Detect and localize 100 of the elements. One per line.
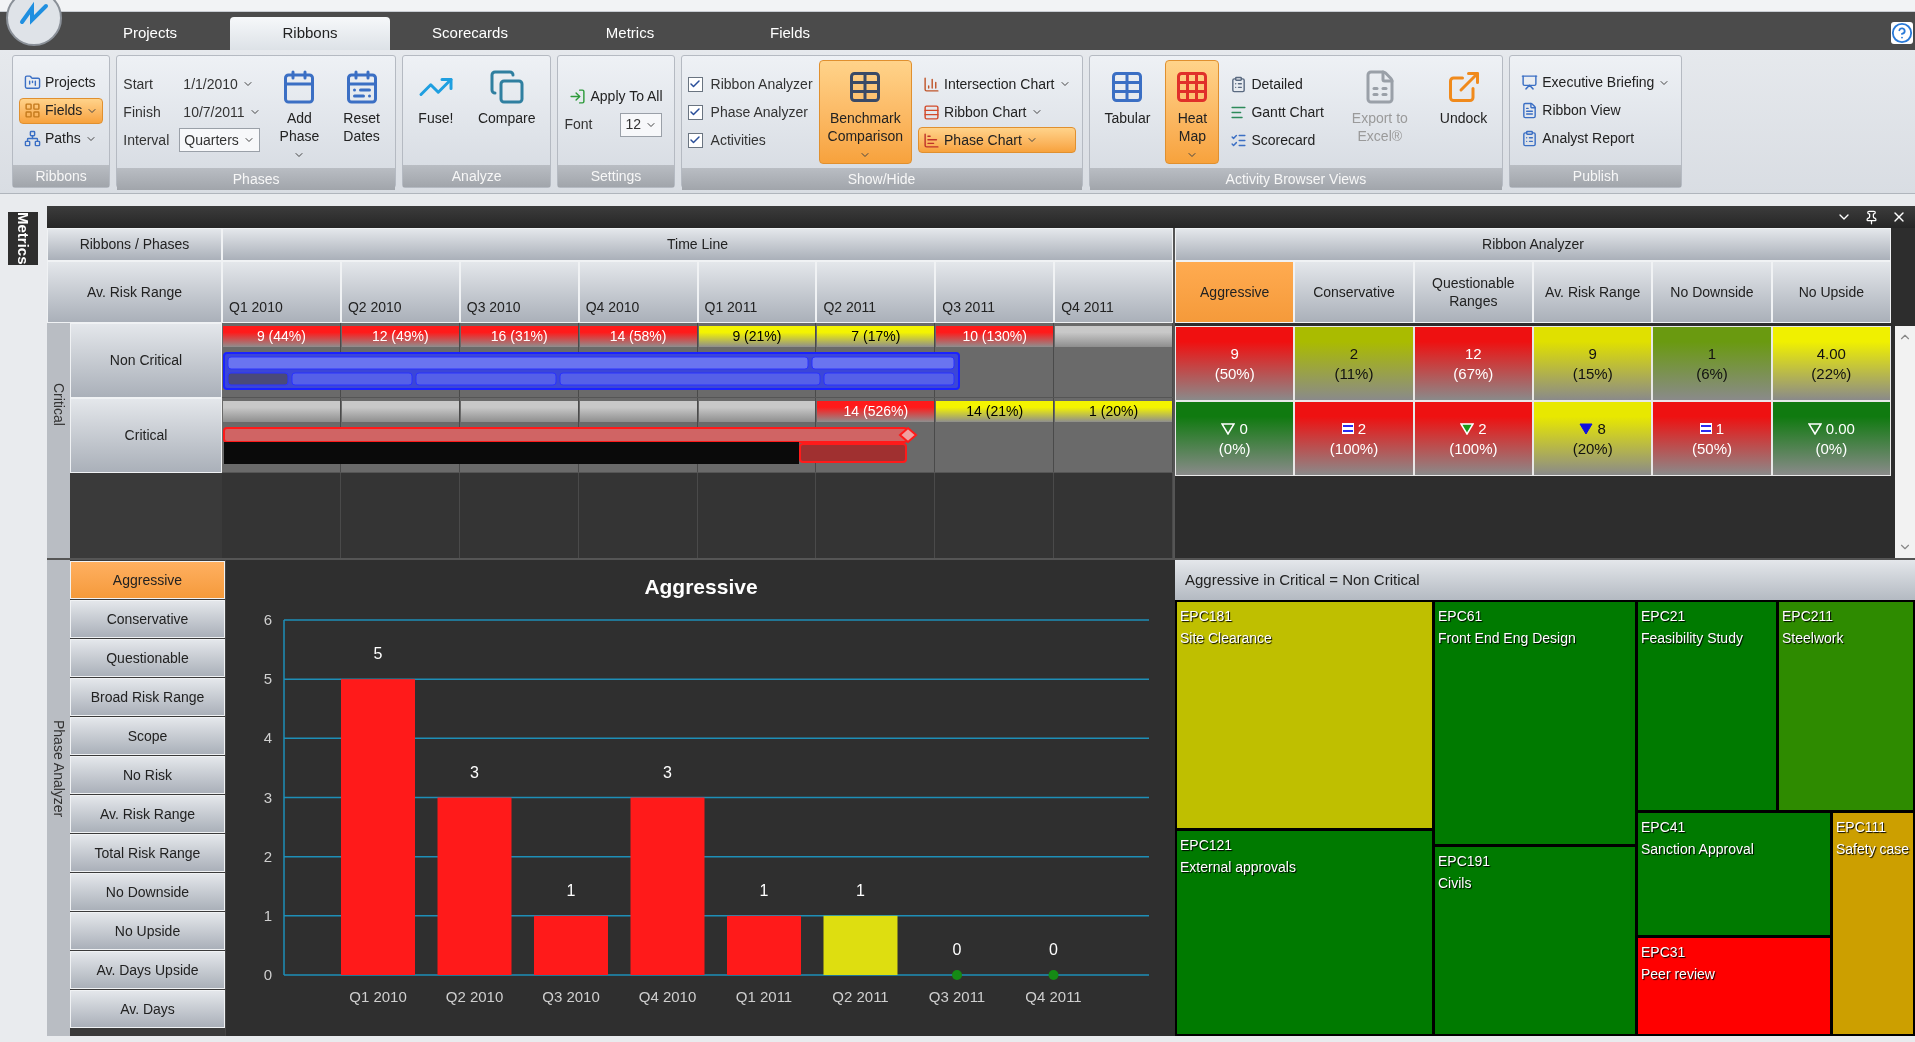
- ribbon-large-button[interactable]: Heat Map: [1165, 60, 1220, 164]
- metric-cell[interactable]: 1 (50%): [1652, 401, 1772, 476]
- dropdown-field[interactable]: 12: [620, 112, 663, 137]
- ribbon-button[interactable]: Fields: [19, 97, 104, 124]
- metric-cell[interactable]: 12 (67%): [1413, 326, 1533, 401]
- ribbon-button[interactable]: Analyst Report: [1516, 125, 1676, 152]
- metric-tab[interactable]: No Upside: [1771, 261, 1891, 323]
- check-icon: [689, 106, 702, 118]
- dropdown-field[interactable]: 10/7/2011: [179, 100, 265, 124]
- checkbox-box[interactable]: [687, 76, 703, 92]
- ribbon-button[interactable]: Paths: [19, 125, 104, 152]
- ribbon-tab[interactable]: Scorecards: [390, 17, 550, 50]
- phase-list-item[interactable]: Scope: [70, 717, 225, 755]
- treemap-tile[interactable]: EPC191 Civils: [1435, 847, 1635, 1034]
- grid-icon: [24, 102, 41, 119]
- ribbon-tab[interactable]: Ribbons: [230, 17, 390, 50]
- help-icon[interactable]: [1891, 22, 1913, 44]
- metric-tab[interactable]: Aggressive: [1175, 261, 1295, 323]
- treemap-tile[interactable]: EPC61 Front End Eng Design: [1435, 602, 1635, 844]
- checkbox-box[interactable]: [687, 132, 703, 148]
- phase-list-item[interactable]: No Upside: [70, 912, 225, 950]
- ribbon-tab[interactable]: Metrics: [550, 17, 710, 50]
- ribbon-large-button[interactable]: Undock: [1430, 60, 1497, 128]
- column-header: Av. Risk Range: [47, 261, 222, 323]
- metric-cell[interactable]: 4.00 (22%): [1771, 326, 1891, 401]
- ribbon-large-button[interactable]: Tabular: [1095, 60, 1160, 128]
- checkbox[interactable]: Phase Analyzer: [687, 99, 813, 125]
- side-tab[interactable]: Metrics: [8, 212, 38, 265]
- axis-label: 2: [263, 847, 272, 865]
- axis-label: Q3 2011: [928, 988, 986, 1005]
- ribbon-button[interactable]: Detailed: [1225, 71, 1329, 97]
- ribbon-button[interactable]: Projects: [19, 69, 104, 96]
- treemap-tile[interactable]: EPC211 Steelwork: [1779, 602, 1913, 810]
- metric-value: 9: [1230, 343, 1239, 364]
- metric-cell[interactable]: 2 (100%): [1413, 401, 1533, 476]
- checkbox[interactable]: Ribbon Analyzer: [687, 71, 813, 97]
- checkbox-box[interactable]: [687, 104, 703, 120]
- ribbon-button[interactable]: Ribbon Chart: [918, 99, 1076, 125]
- axis-label: Q1 2010: [349, 988, 407, 1005]
- axis-label: 5: [263, 670, 272, 688]
- phase-list-item[interactable]: Broad Risk Range: [70, 678, 225, 716]
- ribbon-large-button[interactable]: Benchmark Comparison: [818, 60, 912, 164]
- metric-cell[interactable]: 0 (0%): [1175, 401, 1295, 476]
- dropdown-field[interactable]: 1/1/2010: [179, 72, 258, 96]
- pin-icon[interactable]: [1864, 209, 1879, 225]
- metric-tab[interactable]: Questionable Ranges: [1413, 261, 1533, 323]
- ribbon-button[interactable]: Executive Briefing: [1516, 69, 1676, 96]
- phase-list-item[interactable]: Aggressive: [70, 561, 225, 599]
- ribbon-large-button[interactable]: Compare: [468, 60, 545, 128]
- ribbon-button[interactable]: Intersection Chart: [918, 71, 1076, 97]
- data-label: 5: [373, 645, 383, 663]
- metric-cell[interactable]: 8 (20%): [1533, 401, 1653, 476]
- axis-label: 4: [263, 729, 272, 747]
- phase-list-item[interactable]: No Risk: [70, 756, 225, 794]
- ribbon-button[interactable]: Apply To All: [564, 83, 668, 110]
- phase-list-item[interactable]: Conservative: [70, 600, 225, 638]
- metric-cell[interactable]: 2 (100%): [1294, 401, 1414, 476]
- field-label: Finish: [123, 102, 162, 122]
- phase-list-item[interactable]: Av. Days: [70, 990, 225, 1028]
- ribbon-button[interactable]: Scorecard: [1225, 127, 1329, 153]
- metric-tab[interactable]: Av. Risk Range: [1533, 261, 1653, 323]
- dropdown-field[interactable]: Quarters: [179, 128, 260, 152]
- ribbon-tab[interactable]: Projects: [70, 17, 230, 50]
- ribbon-large-button[interactable]: Fuse!: [408, 60, 463, 128]
- checkbox[interactable]: Activities: [687, 127, 813, 153]
- metric-value: 2: [1349, 343, 1359, 364]
- phase-list-item[interactable]: Av. Days Upside: [70, 951, 225, 989]
- phase-list-item[interactable]: Total Risk Range: [70, 834, 225, 872]
- tile-code: EPC41: [1641, 818, 1687, 837]
- metric-cell[interactable]: 2 (11%): [1294, 326, 1414, 401]
- metric-cell[interactable]: 9 (15%): [1533, 326, 1653, 401]
- treemap-tile[interactable]: EPC21 Feasibility Study: [1638, 602, 1776, 810]
- ribbon-tab[interactable]: Fields: [710, 17, 870, 50]
- ribbon-button[interactable]: Ribbon View: [1516, 97, 1676, 124]
- tile-name: External approvals: [1180, 858, 1297, 877]
- axis-label: Q2 2011: [832, 988, 889, 1005]
- hierarchy-icon: [24, 130, 41, 147]
- ribbon-button[interactable]: Gantt Chart: [1225, 99, 1329, 125]
- treemap-tile[interactable]: EPC31 Peer review: [1638, 938, 1830, 1034]
- phase-list-item[interactable]: Av. Risk Range: [70, 795, 225, 833]
- ribbon-large-button[interactable]: Add Phase: [270, 60, 329, 164]
- axis-label: Q1 2011: [735, 988, 793, 1005]
- treemap-tile[interactable]: EPC41 Sanction Approval: [1638, 813, 1830, 935]
- tile-code: EPC191: [1438, 852, 1492, 871]
- phase-list-item[interactable]: Questionable: [70, 639, 225, 677]
- metric-cell[interactable]: 1 (6%): [1652, 326, 1772, 401]
- metric-cell[interactable]: 9 (50%): [1175, 326, 1295, 401]
- metric-tab[interactable]: Conservative: [1294, 261, 1414, 323]
- check-icon: [689, 134, 702, 146]
- column-chart-icon: [923, 75, 940, 93]
- treemap-tile[interactable]: EPC121 External approvals: [1177, 831, 1432, 1034]
- phase-list-item[interactable]: No Downside: [70, 873, 225, 911]
- ribbon-large-button[interactable]: Reset Dates: [334, 60, 389, 146]
- ribbon-button[interactable]: Phase Chart: [918, 127, 1076, 153]
- scrollbar[interactable]: [1895, 326, 1915, 558]
- metric-value: 12: [1465, 343, 1482, 364]
- field-label: Interval: [123, 130, 171, 150]
- metric-tab[interactable]: No Downside: [1652, 261, 1772, 323]
- bar-chart-icon: [923, 131, 940, 149]
- metric-cell[interactable]: 0.00 (0%): [1771, 401, 1891, 476]
